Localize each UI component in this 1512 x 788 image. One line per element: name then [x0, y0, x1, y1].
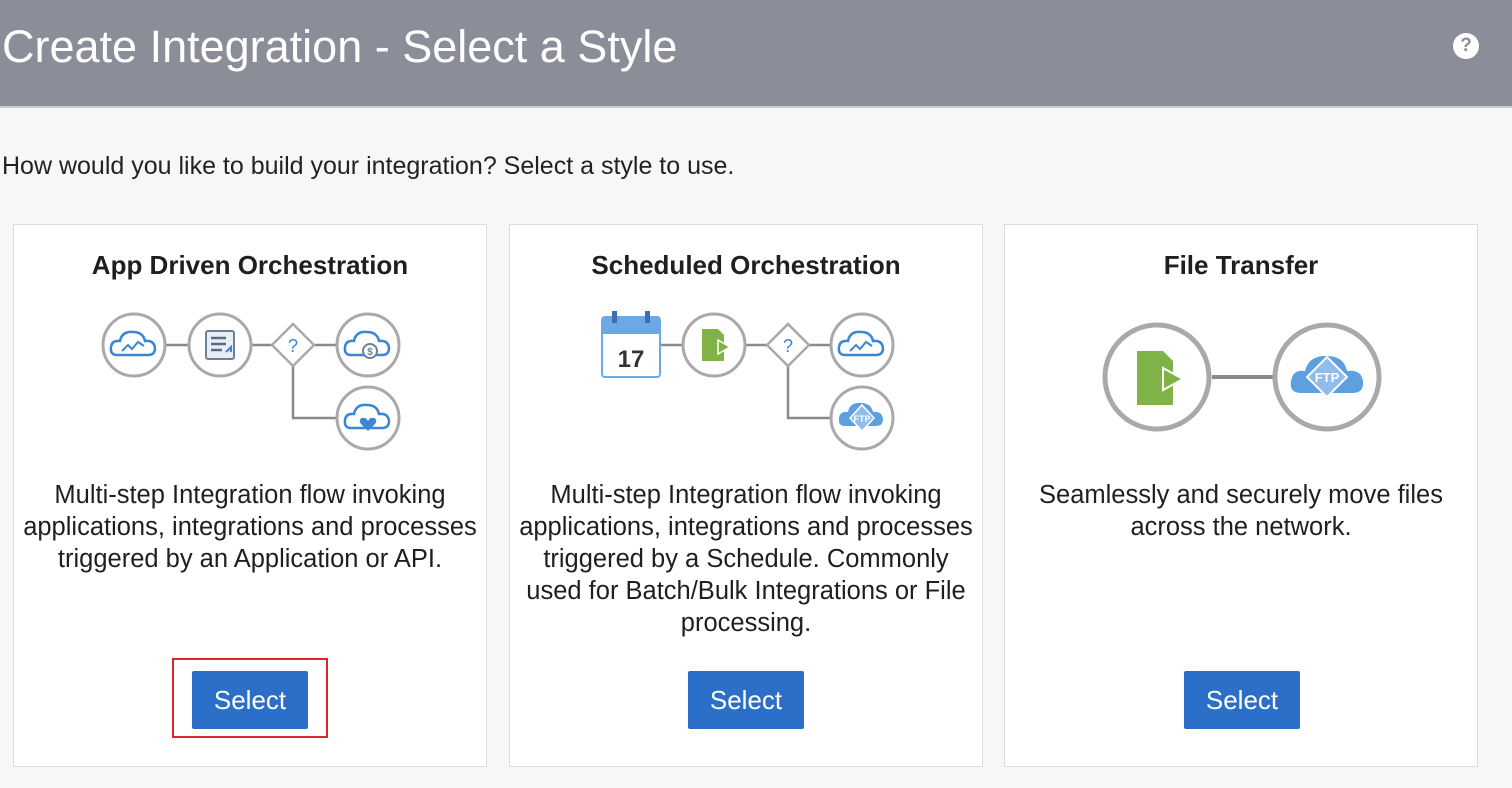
file-icon: [681, 312, 747, 378]
svg-text:$: $: [367, 347, 373, 358]
document-adapter-icon: [187, 312, 253, 378]
cloud-heart-icon: [335, 385, 401, 451]
svg-text:?: ?: [783, 336, 793, 356]
card-description: Seamlessly and securely move files acros…: [1039, 481, 1443, 541]
card-title: App Driven Orchestration: [91, 250, 409, 280]
decision-icon: ?: [765, 322, 811, 368]
card-file-transfer: File Transfer FTP Seamlessly and securel…: [1004, 224, 1478, 767]
card-scheduled: Scheduled Orchestration 17 ? FTP Multi-s…: [509, 224, 983, 767]
scheduled-flow-diagram: 17 ? FTP: [601, 311, 895, 451]
card-title: Scheduled Orchestration: [591, 250, 901, 280]
card-description: Multi-step Integration flow invoking app…: [519, 481, 973, 637]
help-icon[interactable]: ?: [1453, 33, 1479, 59]
cloud-analytics-icon: [829, 312, 895, 378]
select-scheduled-button[interactable]: Select: [688, 671, 804, 729]
ftp-cloud-icon: FTP: [829, 385, 895, 451]
highlight-box: [172, 658, 328, 738]
card-description: Multi-step Integration flow invoking app…: [23, 481, 477, 573]
page-header: Create Integration - Select a Style ?: [0, 0, 1512, 108]
svg-text:FTP: FTP: [854, 414, 871, 424]
calendar-icon: 17: [601, 311, 661, 378]
svg-text:?: ?: [288, 336, 298, 356]
svg-text:FTP: FTP: [1315, 370, 1340, 385]
cloud-dollar-icon: $: [335, 312, 401, 378]
select-file-transfer-button[interactable]: Select: [1184, 671, 1300, 729]
svg-text:17: 17: [618, 346, 645, 373]
ftp-cloud-icon: FTP: [1272, 322, 1382, 432]
card-title: File Transfer: [1163, 250, 1319, 280]
decision-icon: ?: [270, 322, 316, 368]
file-icon: [1102, 322, 1212, 432]
intro-text: How would you like to build your integra…: [2, 152, 735, 180]
cloud-analytics-icon: [101, 312, 167, 378]
page-title: Create Integration - Select a Style: [2, 21, 678, 72]
app-driven-flow-diagram: ? $: [101, 312, 401, 451]
file-transfer-diagram: FTP: [1102, 322, 1382, 432]
